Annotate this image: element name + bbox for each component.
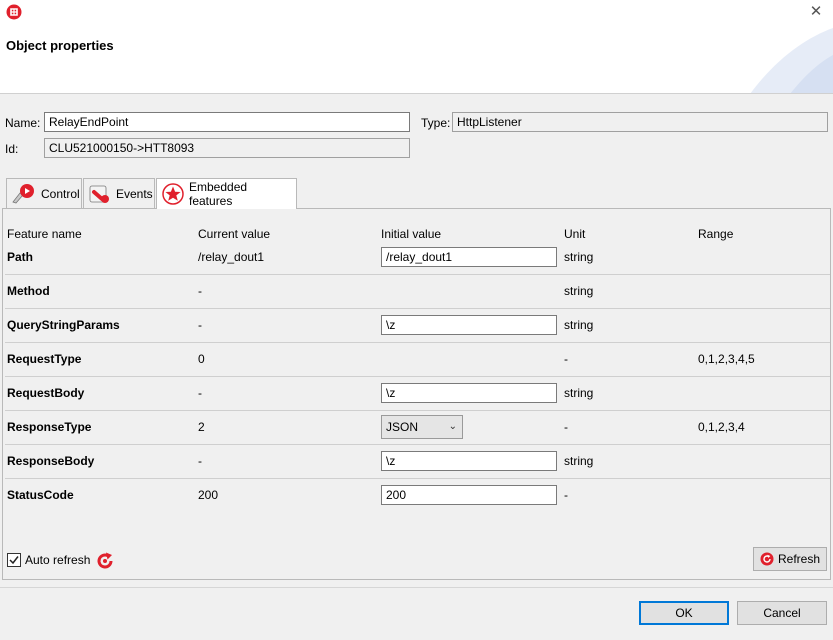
control-icon: [12, 183, 34, 203]
tab-control[interactable]: Control: [6, 178, 82, 208]
type-label: Type:: [421, 116, 451, 130]
id-field: CLU521000150->HTT8093: [44, 138, 410, 158]
name-field[interactable]: RelayEndPoint: [44, 112, 410, 132]
tab-events-label: Events: [116, 186, 153, 201]
initial-value-select[interactable]: JSON ⌄: [381, 415, 463, 439]
table-row: RequestBody - \z string: [5, 377, 830, 411]
table-row: ResponseType 2 JSON ⌄ - 0,1,2,3,4: [5, 411, 830, 445]
tab-embedded-features-label: Embedded features: [189, 180, 248, 208]
chevron-down-icon: ⌄: [448, 421, 457, 432]
current-value: /relay_dout1: [198, 250, 265, 264]
current-value: -: [198, 454, 202, 468]
table-row: RequestType 0 - 0,1,2,3,4,5: [5, 343, 830, 377]
auto-refresh-checkbox[interactable]: [7, 553, 21, 567]
checkmark-icon: [9, 556, 19, 565]
initial-value-input[interactable]: /relay_dout1: [381, 247, 557, 267]
feature-name: RequestType: [7, 352, 82, 366]
feature-name: QueryStringParams: [7, 318, 120, 332]
name-label: Name:: [5, 116, 41, 130]
refresh-button[interactable]: Refresh: [753, 547, 827, 571]
current-value: 0: [198, 352, 205, 366]
refresh-icon: [760, 552, 774, 566]
current-value: -: [198, 318, 202, 332]
table-row: Path /relay_dout1 /relay_dout1 string: [5, 241, 830, 275]
feature-name: StatusCode: [7, 488, 74, 502]
events-icon: [89, 185, 109, 203]
initial-value-input[interactable]: \z: [381, 315, 557, 335]
footer-divider: [0, 587, 833, 588]
feature-name: ResponseType: [7, 420, 92, 434]
range: 0,1,2,3,4: [698, 420, 745, 434]
select-value: JSON: [386, 420, 419, 434]
feature-name: ResponseBody: [7, 454, 95, 468]
id-label: Id:: [5, 142, 19, 156]
embedded-features-panel: Feature name Current value Initial value…: [2, 208, 831, 580]
table-row: QueryStringParams - \z string: [5, 309, 830, 343]
current-value: -: [198, 284, 202, 298]
initial-value-input[interactable]: 200: [381, 485, 557, 505]
table-row: ResponseBody - \z string: [5, 445, 830, 479]
unit: -: [564, 352, 568, 366]
feature-name: RequestBody: [7, 386, 85, 400]
tab-events[interactable]: Events: [83, 178, 155, 208]
unit: string: [564, 318, 594, 332]
feature-name: Method: [7, 284, 50, 298]
initial-value-input[interactable]: \z: [381, 451, 557, 471]
tab-control-label: Control: [41, 186, 80, 201]
table-row: Method - string: [5, 275, 830, 309]
ok-button[interactable]: OK: [639, 601, 729, 625]
range: 0,1,2,3,4,5: [698, 352, 755, 366]
auto-refresh-label: Auto refresh: [25, 553, 91, 567]
unit: -: [564, 420, 568, 434]
initial-value-input[interactable]: \z: [381, 383, 557, 403]
cancel-button[interactable]: Cancel: [737, 601, 827, 625]
column-header-unit: Unit: [564, 227, 586, 241]
unit: string: [564, 454, 594, 468]
auto-refresh-icon: [97, 552, 113, 569]
unit: string: [564, 386, 594, 400]
app-logo-icon: [6, 4, 22, 20]
header-decoration: [750, 28, 833, 93]
unit: string: [564, 284, 594, 298]
title-bar: ✕ Object properties: [0, 0, 833, 94]
column-header-range: Range: [698, 227, 734, 241]
unit: string: [564, 250, 594, 264]
current-value: 2: [198, 420, 205, 434]
column-header-feature-name: Feature name: [7, 227, 82, 241]
current-value: 200: [198, 488, 219, 502]
refresh-button-label: Refresh: [777, 552, 821, 566]
dialog-title: Object properties: [6, 38, 114, 53]
column-header-initial-value: Initial value: [381, 227, 442, 241]
table-row: StatusCode 200 200 -: [5, 479, 830, 513]
unit: -: [564, 488, 568, 502]
tab-embedded-features[interactable]: Embedded features: [156, 178, 297, 209]
column-header-current-value: Current value: [198, 227, 271, 241]
star-icon: [162, 183, 184, 205]
type-field: HttpListener: [452, 112, 828, 132]
feature-name: Path: [7, 250, 34, 264]
current-value: -: [198, 386, 202, 400]
